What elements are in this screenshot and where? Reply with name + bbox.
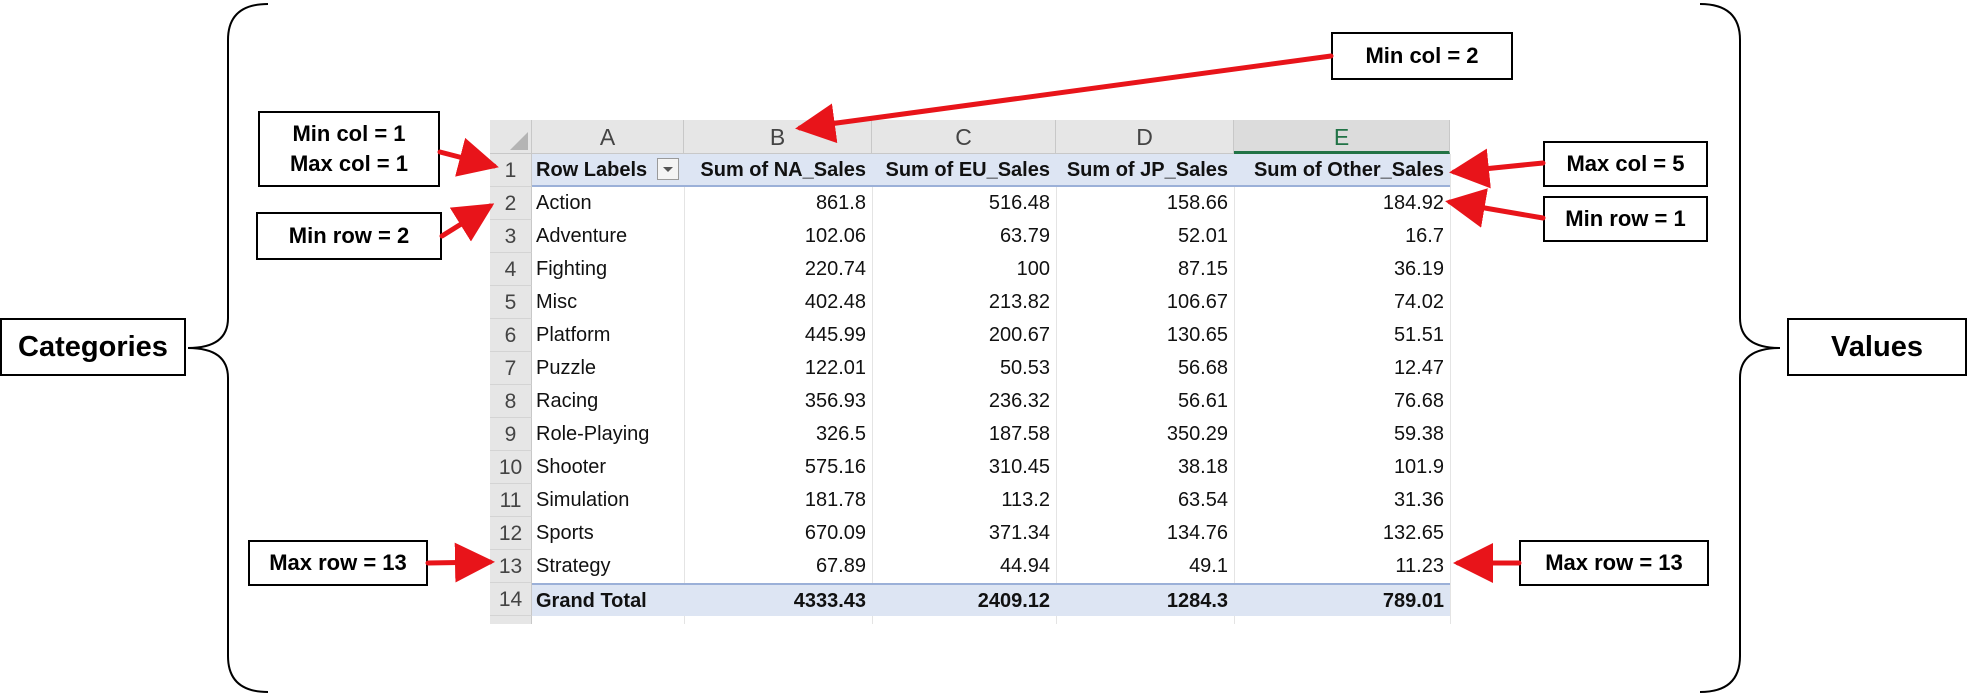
arrows-layer: [425, 53, 1546, 583]
arrow-to-row-13-left: [425, 542, 495, 583]
arrow-to-min-row-1: [1445, 188, 1546, 228]
arrow-to-row-1-col-a: [437, 137, 499, 177]
arrow-to-max-col-5: [1449, 148, 1546, 189]
arrow-to-column-b: [795, 53, 1334, 144]
arrow-to-row-2: [439, 203, 495, 242]
